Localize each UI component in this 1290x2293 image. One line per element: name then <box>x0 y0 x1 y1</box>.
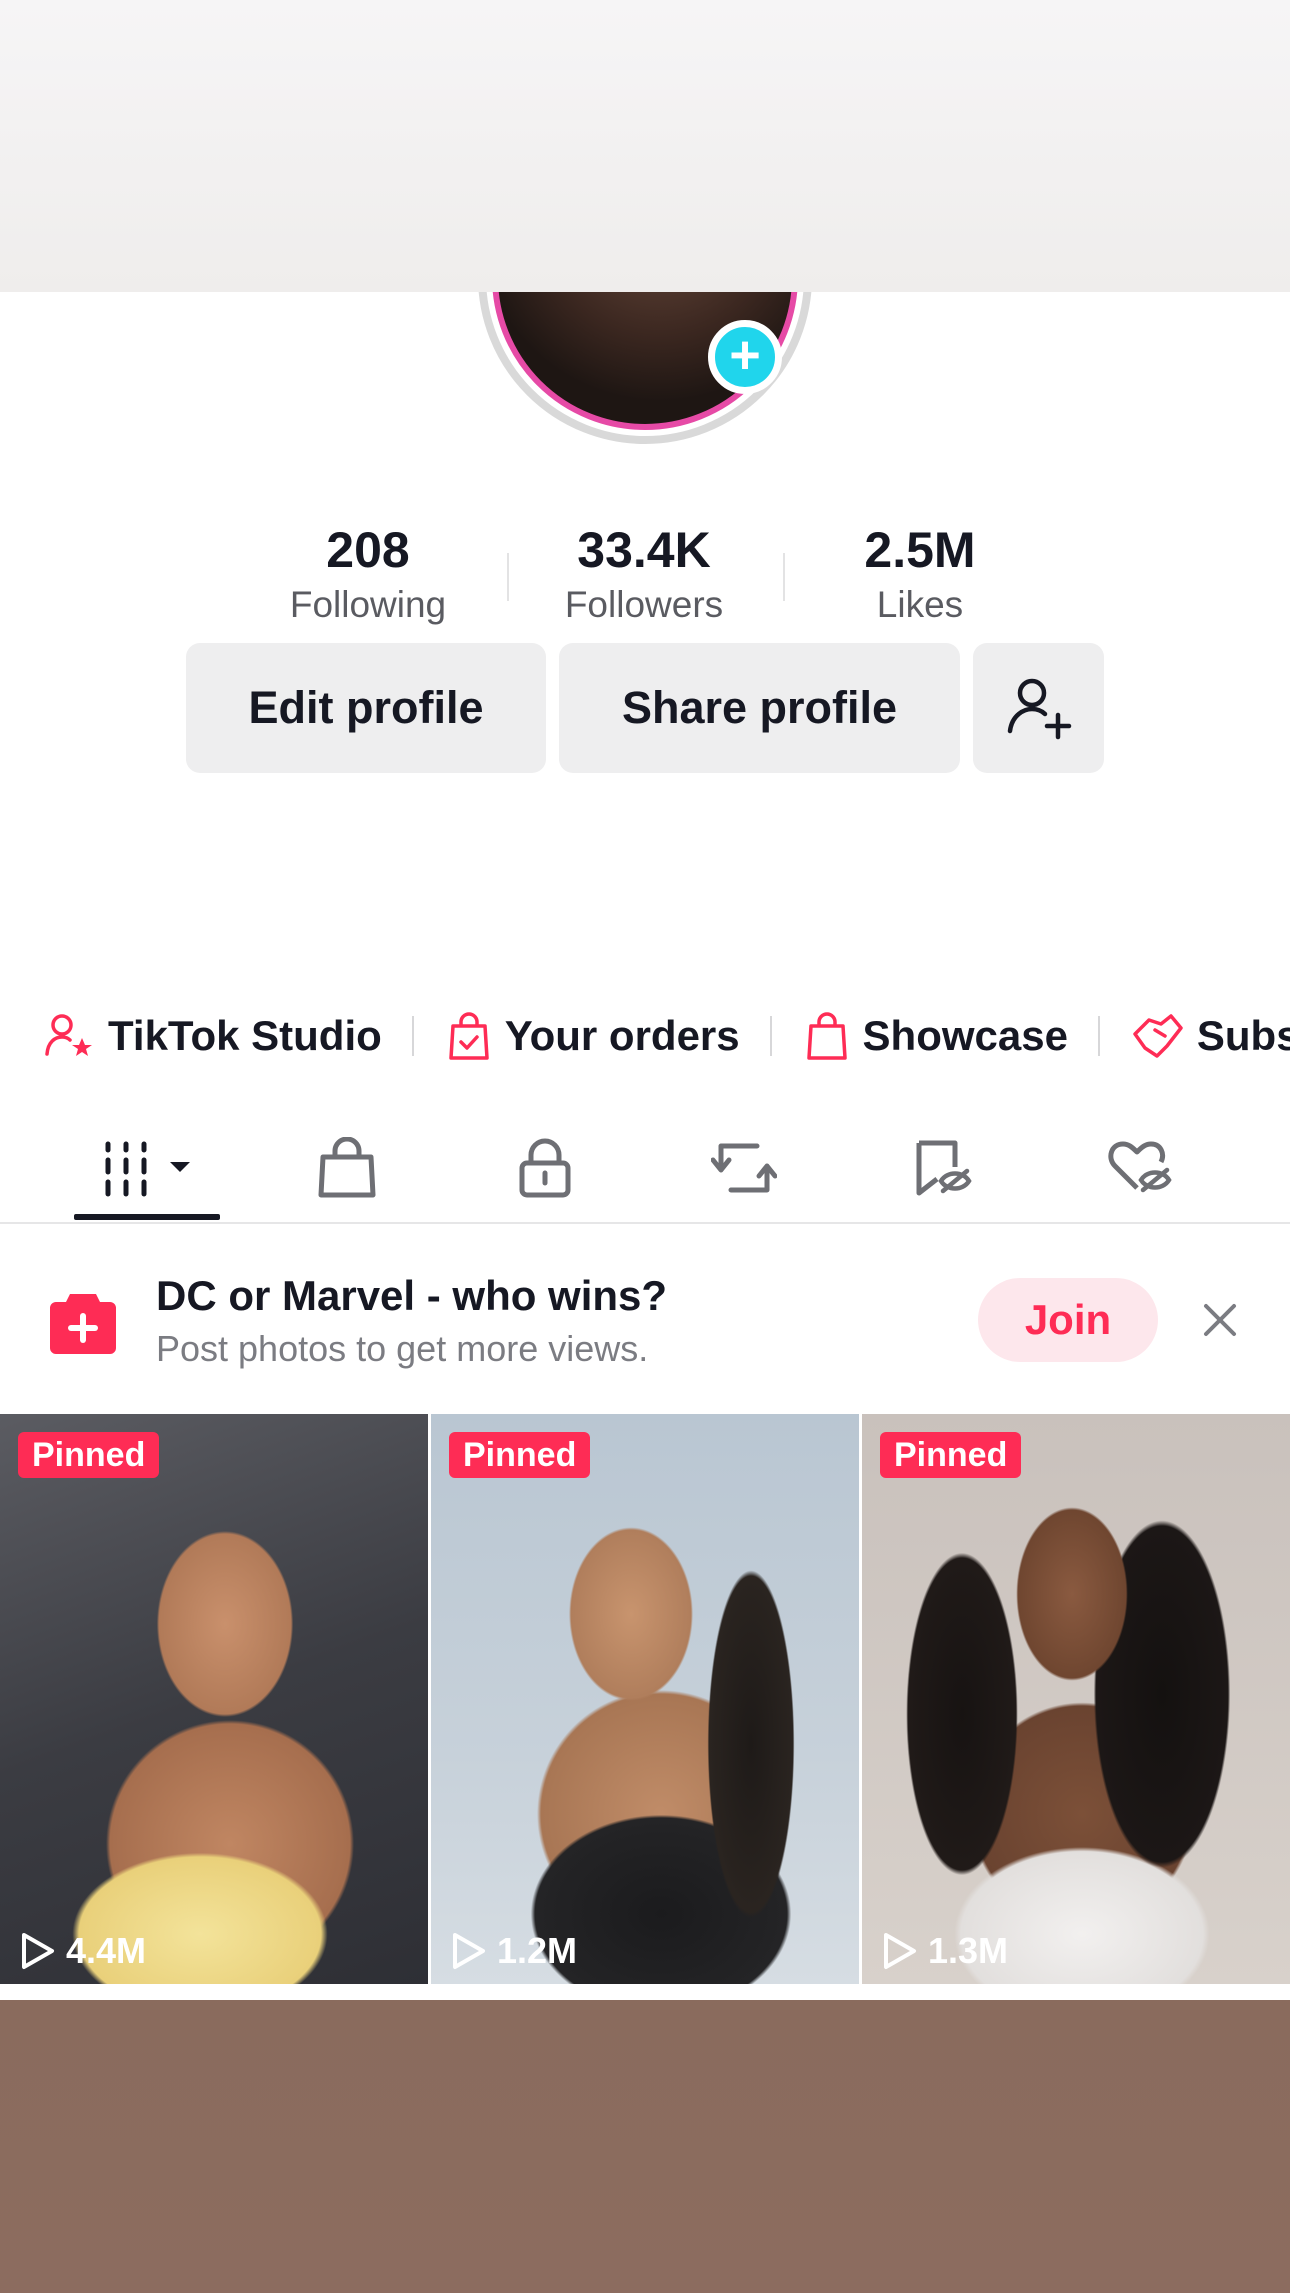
banner-title: DC or Marvel - who wins? <box>156 1272 668 1319</box>
video-thumbnail-image <box>0 1414 428 1984</box>
share-profile-button[interactable]: Share profile <box>559 643 960 773</box>
tab-liked[interactable] <box>1090 1128 1190 1208</box>
likes-label: Likes <box>876 584 964 625</box>
view-count-text: 1.3M <box>928 1930 1009 1971</box>
view-count: 1.2M <box>449 1930 577 1972</box>
add-story-plus-icon[interactable]: + <box>708 320 782 394</box>
edit-profile-button[interactable]: Edit profile <box>186 643 546 773</box>
bookmark-hidden-icon <box>916 1140 972 1196</box>
liked-hidden-icon <box>1108 1141 1172 1193</box>
pinned-badge: Pinned <box>880 1432 1022 1478</box>
pinned-badge: Pinned <box>449 1432 591 1478</box>
play-icon <box>22 1933 54 1969</box>
video-thumbnail[interactable]: Pinned 1.2M <box>431 1414 859 1984</box>
following-count: 208 <box>326 522 410 578</box>
photo-plus-icon <box>50 1294 116 1354</box>
stat-divider <box>507 553 509 601</box>
view-count: 1.3M <box>880 1930 1008 1972</box>
tab-shop[interactable] <box>297 1128 397 1208</box>
shopping-bag-icon <box>806 1012 847 1060</box>
creator-links-row: TikTok Studio Your orders Showcase Subsc… <box>44 1010 1290 1074</box>
your-orders-link[interactable]: Your orders <box>445 1010 740 1062</box>
add-person-icon <box>1007 678 1071 740</box>
repost-icon <box>711 1143 777 1193</box>
stat-likes[interactable]: 2.5M Likes <box>820 520 1020 630</box>
tab-private[interactable] <box>495 1128 595 1208</box>
shopping-bag-icon <box>318 1137 376 1198</box>
showcase-link[interactable]: Showcase <box>803 1010 1068 1062</box>
profile-stats: 208 Following 33.4K Followers 2.5M Likes <box>0 520 1290 630</box>
link-divider <box>770 1016 773 1056</box>
stat-divider <box>783 553 785 601</box>
view-count-text: 4.4M <box>66 1930 147 1971</box>
video-thumbnail-image <box>431 1414 859 1984</box>
stat-following[interactable]: 208 Following <box>268 520 468 630</box>
video-thumbnail[interactable]: Pinned 1.3M <box>862 1414 1290 1984</box>
play-icon <box>884 1933 916 1969</box>
banner-subtitle: Post photos to get more views. <box>156 1328 649 1369</box>
person-star-icon <box>45 1014 92 1056</box>
tiktok-studio-link[interactable]: TikTok Studio <box>44 1010 382 1062</box>
profile-content-tabs <box>0 1118 1290 1224</box>
bottom-blurred-overlay <box>0 2000 1290 2293</box>
showcase-label: Showcase <box>862 1012 1068 1059</box>
active-tab-indicator <box>74 1214 220 1220</box>
followers-count: 33.4K <box>577 522 711 578</box>
followers-label: Followers <box>564 584 724 625</box>
view-count-text: 1.2M <box>497 1930 578 1971</box>
following-label: Following <box>289 584 447 625</box>
top-blurred-header <box>0 0 1290 292</box>
video-thumbnail[interactable]: Pinned 4.4M <box>0 1414 428 1984</box>
tiktok-studio-label: TikTok Studio <box>108 1012 382 1059</box>
stat-followers[interactable]: 33.4K Followers <box>544 520 744 630</box>
photo-challenge-banner[interactable]: DC or Marvel - who wins? Post photos to … <box>0 1240 1290 1410</box>
tab-videos[interactable] <box>98 1128 198 1208</box>
pinned-badge: Pinned <box>18 1432 160 1478</box>
videos-grid-icon <box>105 1141 190 1197</box>
close-icon[interactable] <box>1198 1298 1242 1342</box>
your-orders-label: Your orders <box>504 1012 740 1059</box>
link-divider <box>412 1016 415 1056</box>
play-icon <box>453 1933 485 1969</box>
tab-favorites[interactable] <box>892 1128 992 1208</box>
likes-count: 2.5M <box>864 522 976 578</box>
video-grid: Pinned 4.4M Pinned 1.2M Pinned 1.3M <box>0 1414 1290 2004</box>
video-thumbnail-image <box>862 1414 1290 1984</box>
view-count: 4.4M <box>18 1930 146 1972</box>
lock-icon <box>519 1138 571 1198</box>
subscription-link[interactable]: Subscr <box>1131 1010 1290 1062</box>
join-button[interactable]: Join <box>978 1278 1158 1362</box>
tab-reposts[interactable] <box>694 1128 794 1208</box>
handshake-icon <box>1133 1014 1183 1058</box>
add-friend-button[interactable] <box>973 643 1104 773</box>
subscription-label: Subscr <box>1196 1012 1290 1059</box>
shopping-bag-check-icon <box>448 1012 489 1060</box>
link-divider <box>1098 1016 1101 1056</box>
